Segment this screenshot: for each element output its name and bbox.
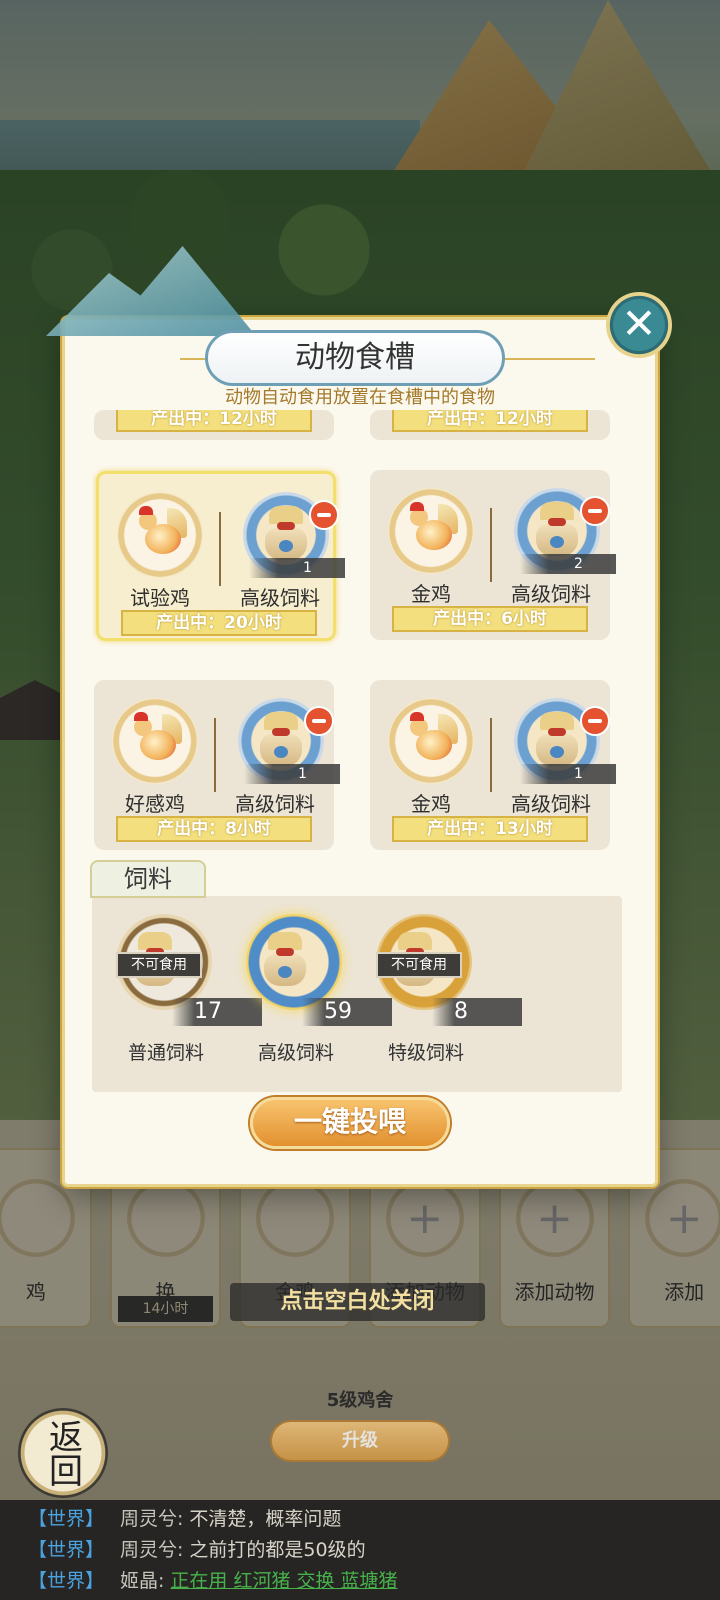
remove-feed-button[interactable] bbox=[304, 706, 334, 736]
remove-feed-button[interactable] bbox=[580, 496, 610, 526]
chat-channel: 【世界】 bbox=[28, 1539, 105, 1561]
coop-level-title: 5级鸡舍 bbox=[326, 1390, 394, 1411]
feed-item[interactable]: 不可食用 8 特级饲料 bbox=[366, 914, 522, 1064]
trough-card[interactable]: 2 金鸡 高级饲料 产出中：6小时 bbox=[370, 470, 616, 640]
feed-inventory: 不可食用 17 普通饲料 59 高级饲料 不可食用 8 特级饲料 bbox=[92, 896, 622, 1092]
animal-name: 金鸡 bbox=[411, 582, 451, 606]
chat-message: 【世界】 周灵兮: 之前打的都是50级的 bbox=[28, 1535, 720, 1566]
animal-portrait bbox=[117, 492, 203, 578]
rooster-icon bbox=[135, 506, 187, 562]
chat-sender[interactable]: 周灵兮: bbox=[120, 1504, 183, 1535]
feed-sack-icon bbox=[263, 506, 309, 562]
divider bbox=[490, 508, 492, 582]
feed-quantity: 1 bbox=[249, 558, 345, 578]
production-status: 产出中：6小时 bbox=[392, 606, 588, 632]
rooster-icon bbox=[406, 712, 458, 768]
remove-feed-button[interactable] bbox=[580, 706, 610, 736]
feed-item[interactable]: 不可食用 17 普通饲料 bbox=[106, 914, 262, 1064]
chat-sender[interactable]: 姬晶: bbox=[120, 1566, 164, 1597]
upgrade-button[interactable]: 升级 bbox=[270, 1420, 450, 1462]
feed-count: 8 bbox=[432, 998, 522, 1026]
feed-sack-icon bbox=[534, 712, 580, 768]
world-chat[interactable]: 【世界】 周灵兮: 不清楚，概率问题 【世界】 周灵兮: 之前打的都是50级的 … bbox=[0, 1500, 720, 1600]
divider bbox=[219, 512, 221, 586]
feed-all-button[interactable]: 一键投喂 bbox=[250, 1097, 450, 1149]
feed-sack-icon bbox=[262, 932, 308, 988]
divider bbox=[490, 718, 492, 792]
trough-card[interactable]: 1 试验鸡 高级饲料 产出中：20小时 bbox=[96, 471, 345, 641]
feed-item-name: 特级饲料 bbox=[387, 1042, 464, 1064]
close-icon: ✕ bbox=[621, 299, 657, 348]
feed-item-name: 高级饲料 bbox=[257, 1042, 334, 1064]
chat-message: 【世界】 周灵兮: 不清楚，概率问题 bbox=[28, 1504, 720, 1535]
dialog-subtitle: 动物自动食用放置在食槽中的食物 bbox=[225, 387, 495, 408]
feed-name: 高级饲料 bbox=[240, 586, 320, 610]
feed-item-name: 普通饲料 bbox=[127, 1042, 204, 1064]
trough-list[interactable]: 产出中：12小时 产出中：12小时 1 试验鸡 高级饲料 产出中：20小时 2 … bbox=[92, 410, 622, 860]
feed-name: 高级饲料 bbox=[235, 792, 315, 816]
feed-quantity: 1 bbox=[520, 764, 616, 784]
feed-name: 高级饲料 bbox=[511, 582, 591, 606]
chat-text: 不清楚，概率问题 bbox=[189, 1508, 342, 1530]
chat-message: 【世界】 姬晶: 正在用 红河猪 交换 蓝塘猪 bbox=[28, 1566, 720, 1597]
trade-link[interactable]: 正在用 红河猪 交换 蓝塘猪 bbox=[170, 1566, 397, 1597]
trough-card[interactable]: 1 金鸡 高级饲料 产出中：13小时 bbox=[370, 680, 616, 850]
animal-portrait bbox=[112, 698, 198, 784]
rooster-icon bbox=[130, 712, 182, 768]
production-status: 产出中：8小时 bbox=[116, 816, 312, 842]
chat-sender[interactable]: 周灵兮: bbox=[120, 1535, 183, 1566]
chat-channel: 【世界】 bbox=[28, 1570, 105, 1592]
production-status: 产出中：13小时 bbox=[392, 816, 588, 842]
dialog-title: 动物食槽 bbox=[205, 330, 505, 386]
animal-name: 试验鸡 bbox=[130, 586, 190, 610]
feed-quantity: 2 bbox=[520, 554, 616, 574]
animal-name: 金鸡 bbox=[411, 792, 451, 816]
remove-feed-button[interactable] bbox=[309, 500, 339, 530]
animal-portrait bbox=[388, 488, 474, 574]
trough-card[interactable]: 产出中：12小时 bbox=[94, 410, 334, 440]
inedible-banner: 不可食用 bbox=[116, 952, 202, 978]
back-button[interactable]: 返回 bbox=[18, 1408, 108, 1498]
animal-name: 好感鸡 bbox=[125, 792, 185, 816]
feed-item[interactable]: 59 高级饲料 bbox=[236, 914, 392, 1064]
close-button[interactable]: ✕ bbox=[606, 292, 672, 358]
title-ornament bbox=[505, 358, 595, 360]
tap-to-close-hint: 点击空白处关闭 bbox=[230, 1283, 485, 1321]
chat-text: 之前打的都是50级的 bbox=[189, 1539, 366, 1561]
feed-sack-icon bbox=[258, 712, 304, 768]
production-status: 产出中：12小时 bbox=[392, 410, 588, 432]
inedible-banner: 不可食用 bbox=[376, 952, 462, 978]
rooster-icon bbox=[406, 502, 458, 558]
feed-name: 高级饲料 bbox=[511, 792, 591, 816]
production-status: 产出中：20小时 bbox=[121, 610, 317, 636]
production-status: 产出中：12小时 bbox=[116, 410, 312, 432]
feed-quantity: 1 bbox=[244, 764, 340, 784]
divider bbox=[214, 718, 216, 792]
animal-portrait bbox=[388, 698, 474, 784]
trough-card[interactable]: 1 好感鸡 高级饲料 产出中：8小时 bbox=[94, 680, 340, 850]
trough-card[interactable]: 产出中：12小时 bbox=[370, 410, 610, 440]
chat-channel: 【世界】 bbox=[28, 1508, 105, 1530]
feed-sack-icon bbox=[534, 502, 580, 558]
feed-section-tab: 饲料 bbox=[90, 860, 206, 898]
